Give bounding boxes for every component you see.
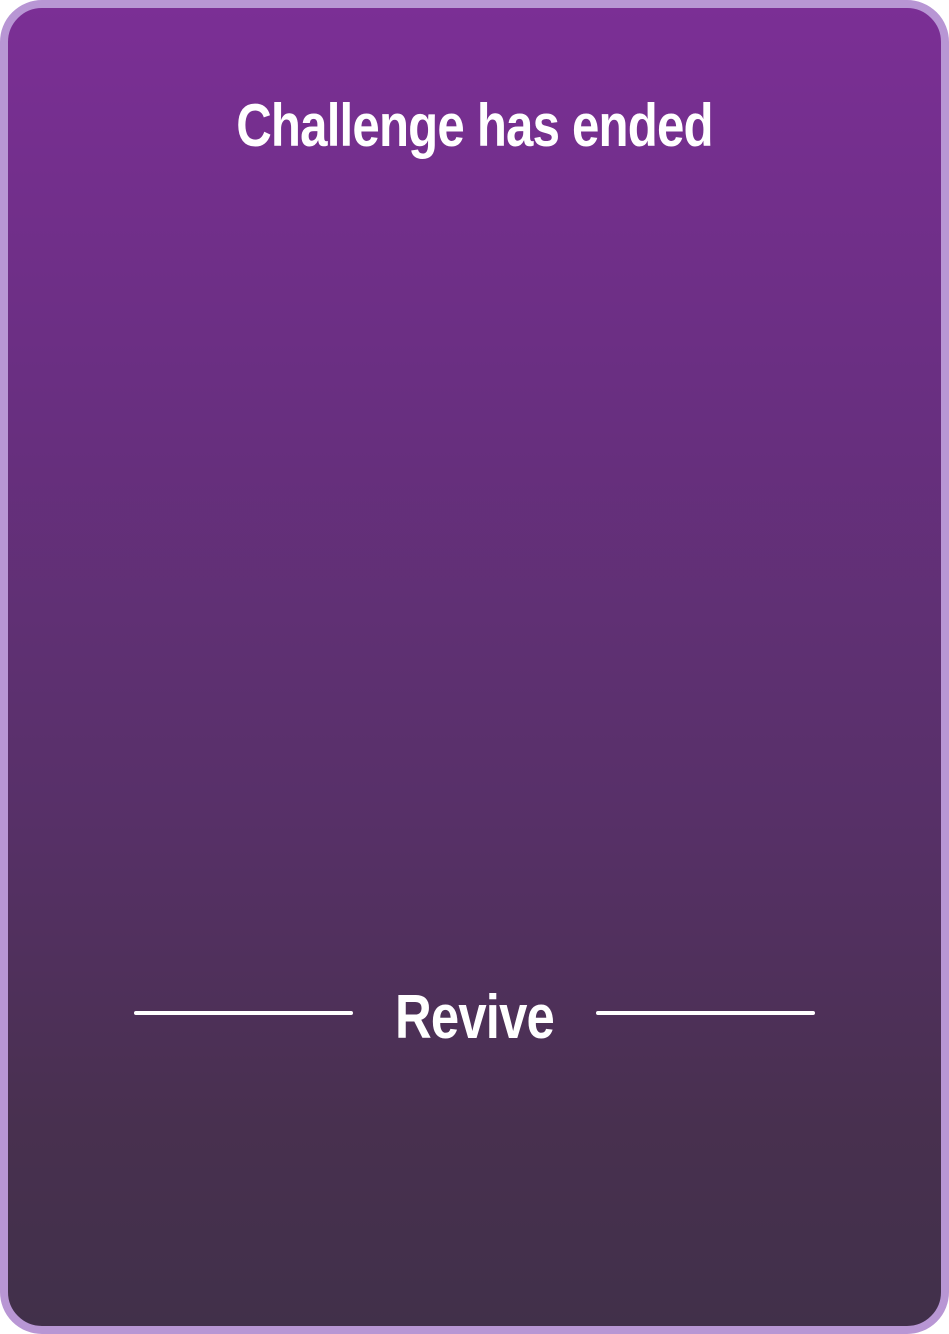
challenge-ended-panel: Challenge has ended Revive (0, 0, 949, 1334)
revive-button[interactable]: Revive (351, 978, 598, 1058)
page-title: Challenge has ended (236, 92, 713, 159)
divider-left (134, 1011, 353, 1015)
divider-right (596, 1011, 815, 1015)
